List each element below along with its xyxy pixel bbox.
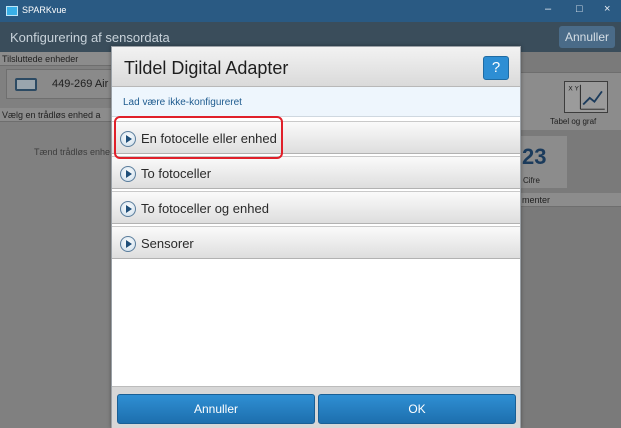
dialog-footer: Annuller OK bbox=[112, 386, 520, 428]
dialog-ok-button[interactable]: OK bbox=[318, 394, 516, 424]
highlight-box bbox=[114, 116, 283, 159]
skip-config-row[interactable]: Lad være ikke-konfigureret bbox=[112, 87, 520, 117]
dialog-header: Tildel Digital Adapter ? bbox=[112, 47, 520, 87]
device-name: 449-269 Air bbox=[52, 78, 109, 90]
dialog-title: Tildel Digital Adapter bbox=[124, 58, 289, 78]
play-icon bbox=[120, 201, 136, 217]
close-icon[interactable]: × bbox=[604, 3, 610, 15]
header-cancel-button[interactable]: Annuller bbox=[558, 26, 615, 48]
connected-devices-heading: Tilsluttede enheder bbox=[0, 52, 112, 66]
option-two-photogates-device[interactable]: To fotoceller og enhed bbox=[112, 191, 520, 224]
device-card[interactable]: 449-269 Air bbox=[6, 69, 112, 99]
help-button[interactable]: ? bbox=[483, 56, 509, 80]
option-sensors[interactable]: Sensorer bbox=[112, 226, 520, 259]
dialog-cancel-button[interactable]: Annuller bbox=[117, 394, 315, 424]
assign-adapter-dialog: Tildel Digital Adapter ? Lad være ikke-k… bbox=[111, 46, 521, 428]
minimize-icon[interactable]: – bbox=[545, 3, 551, 15]
templates-panel: X Y Tabel og graf 23 Cifre menter bbox=[520, 52, 621, 428]
maximize-icon[interactable]: □ bbox=[576, 3, 583, 15]
skip-config-link[interactable]: Lad være ikke-konfigureret bbox=[123, 97, 242, 108]
digits-tile[interactable]: 23 Cifre bbox=[520, 136, 567, 188]
devices-panel: Tilsluttede enheder 449-269 Air Vælg en … bbox=[0, 52, 112, 428]
option-label: Sensorer bbox=[141, 236, 194, 251]
table-graph-label: Tabel og graf bbox=[550, 117, 597, 126]
window-title-bar: SPARKvue – □ × bbox=[0, 0, 621, 22]
table-graph-tile[interactable]: X Y Tabel og graf bbox=[520, 72, 621, 130]
play-icon bbox=[120, 236, 136, 252]
option-label: To fotoceller bbox=[141, 166, 212, 181]
wireless-heading: Vælg en trådløs enhed a bbox=[0, 108, 112, 122]
device-icon bbox=[15, 78, 37, 91]
experiments-heading: menter bbox=[520, 193, 621, 207]
wireless-hint: Tænd trådløs enhe bbox=[34, 147, 111, 157]
window-title: SPARKvue bbox=[22, 5, 67, 15]
sparkvue-app-icon bbox=[6, 6, 18, 16]
option-two-photogates[interactable]: To fotoceller bbox=[112, 156, 520, 189]
option-label: To fotoceller og enhed bbox=[141, 201, 269, 216]
svg-text:X Y: X Y bbox=[568, 84, 580, 92]
table-graph-icon: X Y bbox=[564, 81, 608, 113]
digits-value: 23 bbox=[522, 144, 547, 169]
digits-label: Cifre bbox=[523, 176, 540, 185]
page-title: Konfigurering af sensordata bbox=[10, 30, 170, 45]
play-icon bbox=[120, 166, 136, 182]
